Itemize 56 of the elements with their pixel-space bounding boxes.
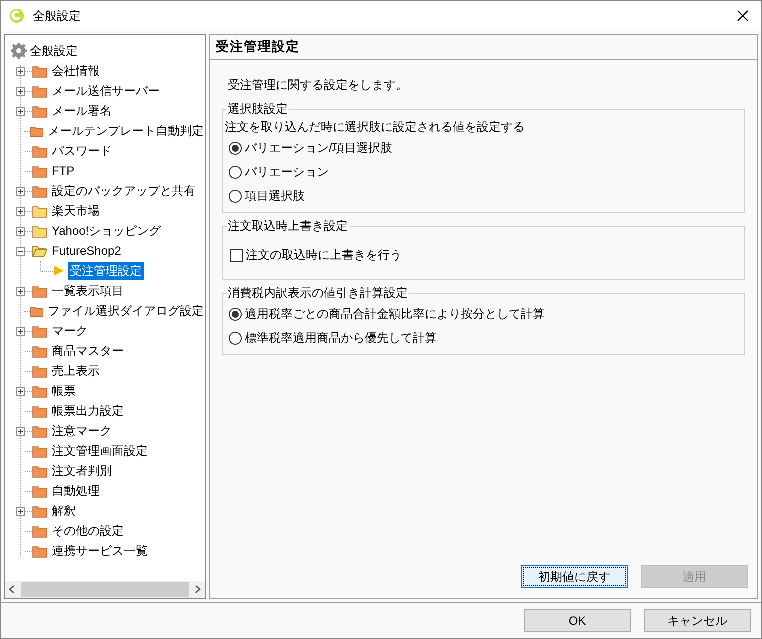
option-label[interactable]: 標準税率適用商品から優先して計算 [245,329,437,347]
scrollbar-thumb[interactable] [21,582,189,597]
group-label: 消費税内訳表示の値引き計算設定 [227,285,409,302]
tree-item[interactable]: マーク [51,322,89,340]
tree-item[interactable]: 自動処理 [51,482,101,500]
scroll-left-icon[interactable] [9,585,15,594]
radio-icon[interactable] [229,332,242,344]
tree-item[interactable]: 会社情報 [51,62,101,80]
option-label[interactable]: バリエーション/項目選択肢 [245,139,392,157]
tree-item[interactable]: 注意マーク [51,422,113,440]
window-title: 全般設定 [33,8,81,25]
horizontal-scrollbar[interactable] [5,581,205,598]
group-label: 注文取込時上書き設定 [227,218,349,235]
tree-item[interactable]: 連携サービス一覧 [51,542,149,560]
panel-description: 受注管理に関する設定をします。 [228,77,409,94]
checkbox-icon[interactable] [230,248,243,262]
option-label[interactable]: バリエーション [245,163,329,181]
option-label[interactable]: 適用税率ごとの商品合計金額比率により按分として計算 [245,305,545,323]
panel-title: 受注管理設定 [216,38,300,56]
group-label: 選択肢設定 [227,101,289,118]
tree-item[interactable]: FTP [51,162,76,180]
tree-item[interactable]: メールテンプレート自動判定 [47,122,205,140]
tree-item[interactable]: 注文者判別 [51,462,113,480]
tree-item[interactable]: Yahoo!ショッピング [51,222,162,240]
tree-item[interactable]: 注文管理画面設定 [51,442,149,460]
tree-item[interactable]: 帳票 [51,382,77,400]
radio-selected-icon[interactable] [229,142,242,154]
close-icon[interactable] [737,10,749,22]
tree-item[interactable]: FutureShop2 [51,242,122,260]
tree-item[interactable]: その他の設定 [51,522,125,540]
scroll-right-icon[interactable] [195,585,201,594]
ok-button[interactable]: OK [524,609,631,632]
group-note: 注文を取り込んだ時に選択肢に設定される値を設定する [225,119,526,136]
option-label[interactable]: 注文の取込時に上書きを行う [246,246,402,264]
triangle-icon [53,265,64,277]
tree-item[interactable]: メール署名 [51,102,113,120]
tree-item[interactable]: 帳票出力設定 [51,402,125,420]
app-logo-icon [9,8,25,24]
tree-item[interactable]: 一覧表示項目 [51,282,125,300]
gear-icon [11,43,27,59]
tree-item[interactable]: 全般設定 [30,42,78,60]
tree-item[interactable]: パスワード [51,142,113,160]
option-label[interactable]: 項目選択肢 [245,187,305,205]
reset-button[interactable]: 初期値に戻す [521,565,628,588]
radio-icon[interactable] [229,166,242,178]
radio-selected-icon[interactable] [229,308,242,320]
tree-item[interactable]: 商品マスター [51,342,125,360]
tree-item[interactable]: ファイル選択ダイアログ設定 [47,302,205,320]
tree-item[interactable]: 設定のバックアップと共有 [51,182,197,200]
tree-item[interactable]: 受注管理設定 [68,262,144,280]
tree-item[interactable]: 楽天市場 [51,202,101,220]
cancel-button[interactable]: キャンセル [644,609,751,632]
tree-item[interactable]: メール送信サーバー [51,82,161,100]
tree-item[interactable]: 売上表示 [51,362,101,380]
tree-item[interactable]: 解釈 [51,502,77,520]
radio-icon[interactable] [229,190,242,202]
